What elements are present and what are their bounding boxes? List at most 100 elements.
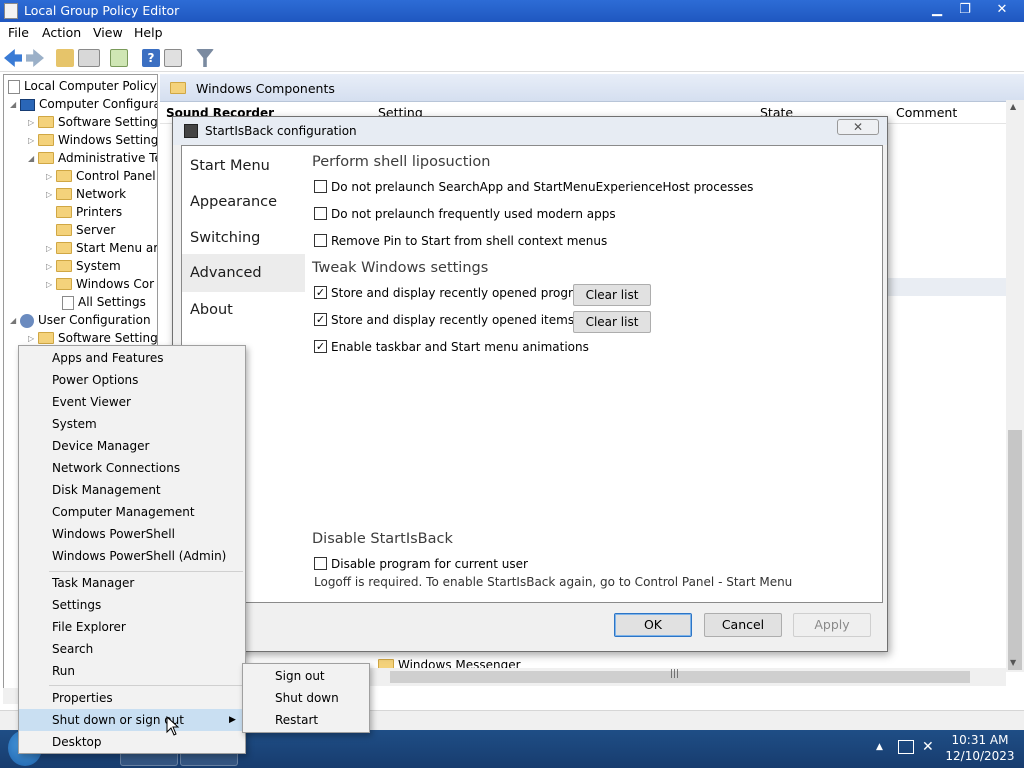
menu-item-windows-powershell-admin[interactable]: Windows PowerShell (Admin) [19, 545, 245, 567]
menu-item-task-manager[interactable]: Task Manager [19, 572, 245, 594]
menu-item-device-manager[interactable]: Device Manager [19, 435, 245, 457]
clear-list-items-button[interactable]: Clear list [573, 311, 651, 333]
checkbox-animations[interactable]: ✓ Enable taskbar and Start menu animation… [314, 340, 589, 354]
menu-item-desktop[interactable]: Desktop [19, 731, 245, 753]
menu-item-disk-management[interactable]: Disk Management [19, 479, 245, 501]
menu-item-search[interactable]: Search [19, 638, 245, 660]
expand-icon[interactable]: ▷ [46, 168, 56, 186]
menu-item-event-viewer[interactable]: Event Viewer [19, 391, 245, 413]
checkbox-no-prelaunch-search[interactable]: Do not prelaunch SearchApp and StartMenu… [314, 180, 753, 194]
submenu-item-sign-out[interactable]: Sign out [243, 665, 369, 687]
maximize-button[interactable]: ❐ [948, 0, 982, 20]
cancel-button[interactable]: Cancel [704, 613, 782, 637]
checkbox-label: Do not prelaunch frequently used modern … [331, 207, 616, 221]
checkbox-recent-programs[interactable]: ✓ Store and display recently opened progr… [314, 286, 598, 300]
collapse-icon[interactable]: ◢ [28, 150, 38, 168]
checkbox-no-prelaunch-modern[interactable]: Do not prelaunch frequently used modern … [314, 207, 616, 221]
scroll-thumb[interactable] [1008, 430, 1022, 670]
expand-icon[interactable]: ▷ [46, 240, 56, 258]
right-horizontal-scrollbar[interactable]: ||| [370, 668, 1006, 686]
right-vertical-scrollbar[interactable]: ▲ ▼ [1006, 100, 1024, 672]
menu-item-system[interactable]: System [19, 413, 245, 435]
tree-item-software-settings[interactable]: ▷ Software Settings [28, 113, 157, 132]
back-icon[interactable] [4, 49, 22, 67]
clear-list-programs-button[interactable]: Clear list [573, 284, 651, 306]
menu-view[interactable]: View [93, 25, 123, 40]
clock[interactable]: 10:31 AM 12/10/2023 [940, 732, 1020, 764]
right-pane-title: Windows Components [196, 81, 335, 96]
dialog-close-button[interactable]: ✕ [837, 119, 879, 135]
tree-item-control-panel[interactable]: ▷ Control Panel [46, 167, 156, 185]
nav-about[interactable]: About [182, 298, 305, 334]
tree-item-user-configuration[interactable]: ◢ User Configuration [10, 311, 151, 329]
checkbox-box[interactable] [314, 207, 327, 220]
help-icon[interactable]: ? [142, 49, 160, 67]
menu-item-apps-and-features[interactable]: Apps and Features [19, 347, 245, 369]
show-hide-tree-icon[interactable] [78, 49, 100, 67]
menu-item-power-options[interactable]: Power Options [19, 369, 245, 391]
tree-item-windows-components[interactable]: ▷ Windows Cor [46, 275, 154, 293]
tree-item-server[interactable]: Server [56, 221, 115, 239]
expand-icon[interactable]: ▷ [46, 258, 56, 276]
show-hidden-icons[interactable]: ▲ [876, 742, 883, 752]
filter-icon[interactable] [196, 49, 214, 67]
column-comment[interactable]: Comment [896, 105, 957, 120]
tree-item-computer-configuration[interactable]: ◢ Computer Configura [10, 95, 157, 114]
checkbox-remove-pin[interactable]: Remove Pin to Start from shell context m… [314, 234, 607, 248]
submenu-item-restart[interactable]: Restart [243, 709, 369, 731]
forward-icon[interactable] [26, 49, 44, 67]
menu-item-run[interactable]: Run [19, 660, 245, 682]
menu-item-network-connections[interactable]: Network Connections [19, 457, 245, 479]
collapse-icon[interactable]: ◢ [10, 312, 20, 330]
menu-item-properties[interactable]: Properties [19, 687, 245, 709]
menu-item-settings[interactable]: Settings [19, 594, 245, 616]
up-folder-icon[interactable] [56, 49, 74, 67]
checkbox-box[interactable] [314, 234, 327, 247]
tree-item-local-computer-policy[interactable]: Local Computer Policy [8, 77, 157, 95]
nav-advanced[interactable]: Advanced [182, 254, 305, 292]
tree-item-printers[interactable]: Printers [56, 203, 122, 221]
scroll-down-icon[interactable]: ▼ [1010, 658, 1016, 667]
network-icon[interactable] [898, 740, 914, 754]
menu-help[interactable]: Help [134, 25, 163, 40]
checkbox-box[interactable] [314, 180, 327, 193]
user-icon [20, 313, 34, 328]
tree-item-all-settings[interactable]: All Settings [62, 293, 146, 311]
apply-button[interactable]: Apply [793, 613, 871, 637]
close-button[interactable]: ✕ [982, 0, 1022, 20]
tree-item-system[interactable]: ▷ System [46, 257, 121, 275]
check-mark-icon[interactable]: ✓ [314, 313, 327, 326]
menu-file[interactable]: File [8, 25, 29, 40]
ok-button[interactable]: OK [614, 613, 692, 637]
nav-appearance[interactable]: Appearance [182, 190, 305, 226]
tree-item-start-menu[interactable]: ▷ Start Menu ar [46, 239, 157, 258]
properties-icon[interactable] [164, 49, 182, 67]
checkbox-recent-items[interactable]: ✓ Store and display recently opened items [314, 313, 574, 327]
menu-item-computer-management[interactable]: Computer Management [19, 501, 245, 523]
tree-item-network[interactable]: ▷ Network [46, 185, 126, 203]
checkbox-label: Do not prelaunch SearchApp and StartMenu… [331, 180, 754, 194]
expand-icon[interactable]: ▷ [28, 114, 38, 132]
section-heading-disable: Disable StartIsBack [312, 531, 453, 547]
expand-icon[interactable]: ▷ [46, 276, 56, 294]
check-mark-icon[interactable]: ✓ [314, 340, 327, 353]
menu-item-shut-down-or-sign-out[interactable]: Shut down or sign out [19, 709, 245, 731]
export-list-icon[interactable] [110, 49, 128, 67]
menu-action[interactable]: Action [42, 25, 81, 40]
expand-icon[interactable]: ▷ [46, 186, 56, 204]
menu-item-file-explorer[interactable]: File Explorer [19, 616, 245, 638]
scroll-up-icon[interactable]: ▲ [1010, 102, 1016, 111]
checkbox-box[interactable] [314, 557, 327, 570]
expand-icon[interactable]: ▷ [28, 132, 38, 150]
tree-item-administrative-templates[interactable]: ◢ Administrative Te [28, 149, 157, 168]
settings-list-icon [62, 295, 74, 310]
menu-item-windows-powershell[interactable]: Windows PowerShell [19, 523, 245, 545]
tree-item-windows-settings[interactable]: ▷ Windows Setting [28, 131, 157, 150]
submenu-item-shut-down[interactable]: Shut down [243, 687, 369, 709]
check-mark-icon[interactable]: ✓ [314, 286, 327, 299]
collapse-icon[interactable]: ◢ [10, 96, 20, 114]
volume-muted-icon[interactable]: ✕ [922, 739, 934, 755]
nav-start-menu[interactable]: Start Menu [182, 154, 305, 190]
scroll-thumb[interactable] [390, 671, 970, 683]
checkbox-disable-program[interactable]: Disable program for current user [314, 557, 528, 571]
